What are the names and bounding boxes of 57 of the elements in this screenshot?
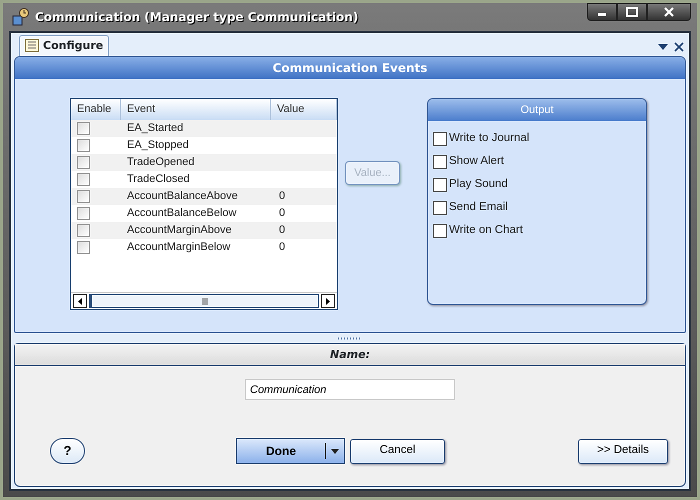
event-cell: AccountMarginAbove (127, 224, 232, 236)
enable-checkbox[interactable] (77, 224, 90, 237)
event-cell: AccountBalanceBelow (127, 207, 236, 220)
event-cell: AccountMarginBelow (127, 241, 230, 254)
grip-icon (202, 298, 208, 304)
name-field[interactable]: Communication (245, 379, 455, 400)
value-cell-text: 0 (278, 189, 286, 204)
enable-checkbox[interactable] (77, 190, 90, 203)
close-button[interactable] (647, 3, 691, 21)
name-label: Name: (15, 344, 685, 366)
minimize-button[interactable] (587, 3, 617, 21)
done-button[interactable]: Done (236, 438, 345, 464)
scroll-right-button[interactable] (321, 294, 335, 308)
enable-checkbox[interactable] (77, 139, 90, 152)
dropdown-arrow-icon[interactable] (658, 44, 668, 50)
output-checkbox[interactable] (433, 178, 447, 192)
event-cell: TradeClosed (127, 173, 190, 186)
output-option-label[interactable]: Send Email (449, 198, 508, 216)
form-icon (25, 39, 39, 52)
app-icon (11, 7, 31, 27)
panel-title: Communication Events (15, 57, 685, 79)
window-title: Communication (Manager type Communication) (35, 9, 358, 26)
output-checkbox[interactable] (433, 154, 447, 168)
output-option-label[interactable]: Play Sound (449, 176, 508, 194)
cancel-button[interactable]: Cancel (350, 438, 445, 464)
close-icon (663, 7, 675, 17)
output-option-label[interactable]: Write on Chart (449, 222, 523, 240)
enable-checkbox[interactable] (77, 173, 90, 186)
close-icon[interactable] (674, 42, 684, 52)
output-checkbox[interactable] (433, 132, 447, 146)
help-button[interactable]: ? (50, 438, 85, 464)
scrollbar-thumb[interactable] (89, 294, 319, 308)
enable-checkbox[interactable] (77, 241, 90, 254)
enable-checkbox[interactable] (77, 156, 90, 169)
output-option-label[interactable]: Write to Journal (449, 130, 530, 148)
event-cell: EA_Stopped (127, 139, 189, 152)
maximize-icon (626, 7, 638, 17)
output-checkbox[interactable] (433, 224, 447, 238)
right-arrow-icon (326, 298, 330, 304)
details-button[interactable]: >> Details (578, 438, 668, 464)
enable-checkbox[interactable] (77, 122, 90, 135)
scroll-left-button[interactable] (73, 294, 87, 308)
value-cell-text: 0 (278, 240, 286, 256)
event-cell: AccountBalanceAbove (127, 190, 238, 202)
splitter-grip[interactable] (337, 336, 363, 340)
caret-icon (331, 448, 339, 454)
maximize-button[interactable] (617, 3, 647, 21)
output-title: Output (428, 99, 646, 121)
left-arrow-icon (78, 298, 82, 304)
enable-checkbox[interactable] (77, 207, 90, 220)
event-cell: TradeOpened (127, 156, 194, 168)
configure-tab[interactable]: Configure (19, 34, 110, 56)
event-cell: EA_Started (127, 122, 184, 134)
output-option-label[interactable]: Show Alert (449, 152, 504, 170)
value-cell-text: 0 (278, 206, 286, 222)
value-cell-text: 0 (278, 223, 286, 238)
output-checkbox[interactable] (433, 200, 447, 214)
